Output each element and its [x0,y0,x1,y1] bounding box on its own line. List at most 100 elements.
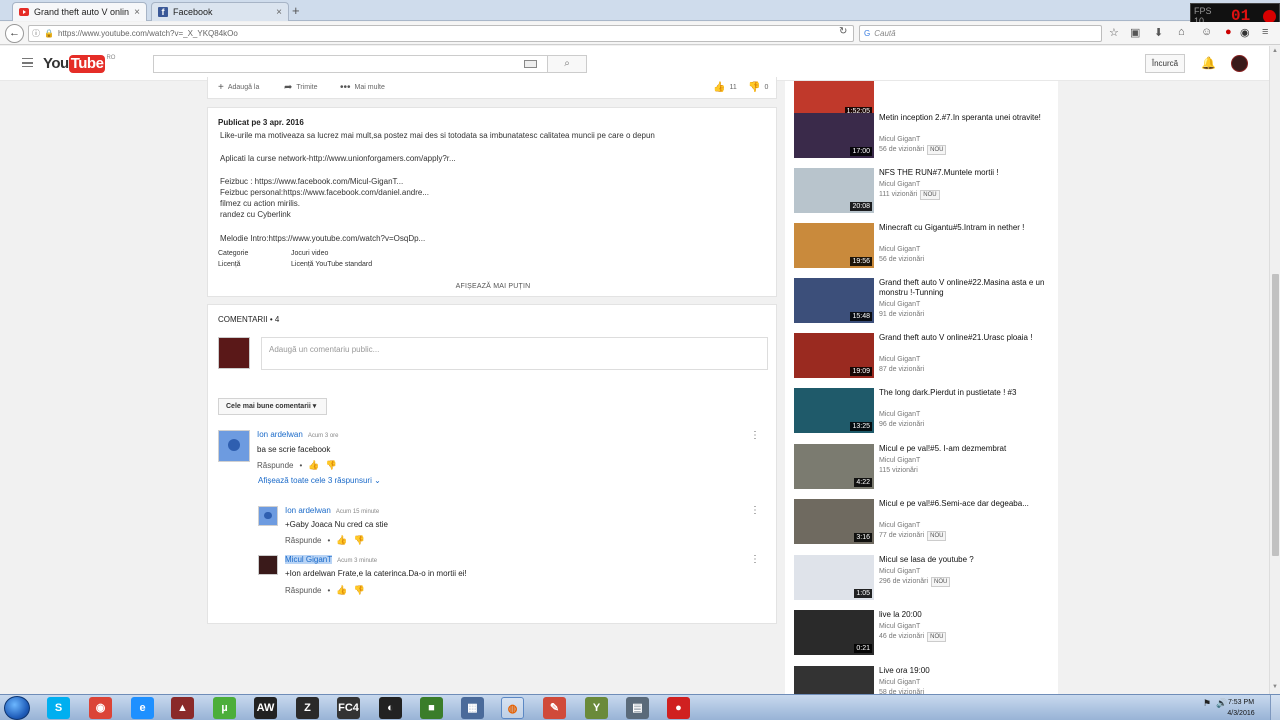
related-video-item[interactable]: 17:00 Metin inception 2.#7.In speranta un… [794,113,1049,161]
browser-search-input[interactable]: G Caută [859,25,1102,42]
skype-icon[interactable]: S [47,697,70,719]
comment-time[interactable]: Acum 3 ore [308,433,339,439]
new-tab-button[interactable]: + [292,3,300,18]
add-to-button[interactable]: + Adaugă la [218,82,259,93]
tab-youtube[interactable]: Grand theft auto V online#... × [12,2,147,21]
video-title[interactable]: Live ora 19:00 [879,666,1049,676]
video-title[interactable]: Minecraft cu Gigantu#5.Intram in nether … [879,223,1049,233]
back-button[interactable]: ← [5,24,24,43]
video-channel[interactable]: Micul GiganT [879,180,920,190]
minecraft-icon[interactable]: ■ [420,697,443,719]
paint-icon[interactable]: ✎ [543,697,566,719]
video-thumbnail[interactable]: 4:22 [794,444,874,489]
sort-comments-dropdown[interactable]: Cele mai bune comentarii ▾ [218,398,327,415]
hamburger-menu-icon[interactable] [22,58,33,67]
video-channel[interactable]: Micul GiganT [879,567,920,577]
video-channel[interactable]: Micul GiganT [879,245,920,255]
action-center-flag-icon[interactable]: ⚑ [1203,698,1211,709]
menu-icon[interactable]: ≡ [1262,26,1268,38]
reply-button[interactable]: Răspunde [285,586,321,595]
description-line[interactable]: Melodie Intro:https://www.youtube.com/wa… [220,234,425,243]
video-title[interactable]: Micul e pe val!#6.Semi-ace dar degeaba..… [879,499,1049,509]
comment-author[interactable]: Micul GiganT [285,555,333,564]
video-channel[interactable]: Micul GiganT [879,678,920,688]
video-title[interactable]: Micul e pe val!#5. I-am dezmembrat [879,444,1049,454]
comment-menu-icon[interactable]: ⋮ [750,555,760,565]
comment-menu-icon[interactable]: ⋮ [750,431,760,441]
comment-time[interactable]: Acum 15 minute [336,509,379,515]
fc4-game-icon[interactable]: FC4 [337,697,360,719]
notepad-icon[interactable]: ▤ [626,697,649,719]
related-video-item[interactable]: Live ora 19:00 Micul GiganT 58 de vizionăr… [794,666,1049,694]
notifications-bell-icon[interactable]: 🔔 [1201,56,1216,70]
video-thumbnail[interactable]: 19:09 [794,333,874,378]
page-scrollbar[interactable]: ▲ ▼ [1269,46,1280,694]
related-video-item[interactable]: 3:16 Micul e pe val!#6.Semi-ace dar degea… [794,499,1049,547]
thumbs-down-icon[interactable]: 👎 [354,585,365,596]
reply-button[interactable]: Răspunde [257,461,293,470]
share-button[interactable]: ➦ Trimite [284,82,318,93]
video-title[interactable]: live la 20:00 [879,610,1049,620]
bookmarks-list-icon[interactable]: ▣ [1130,26,1140,39]
add-comment-input[interactable]: Adaugă un comentariu public... [261,337,768,370]
related-video-item[interactable]: 19:56 Minecraft cu Gigantu#5.Intram in ne… [794,223,1049,271]
close-tab-icon[interactable]: × [134,7,140,18]
description-line[interactable]: Feizbuc personal:https://www.facebook.co… [220,188,429,197]
obs-icon[interactable]: ◐ [379,697,402,719]
commenter-avatar[interactable] [258,555,278,575]
game-launcher-icon[interactable]: ▲ [171,697,194,719]
firefox-icon[interactable]: ◍ [501,697,524,719]
description-line[interactable]: Aplicati la curse network-http://www.uni… [220,154,456,163]
taskbar-clock[interactable]: 7:53 PM 4/3/2016 [1221,697,1261,719]
commenter-avatar[interactable] [258,506,278,526]
related-video-item[interactable]: 13:25 The long dark.Pierdut in pustietate… [794,388,1049,436]
scroll-down-arrow-icon[interactable]: ▼ [1272,684,1278,690]
start-button[interactable] [4,696,30,720]
like-button[interactable]: 👍 11 [713,82,737,93]
related-video-item[interactable]: 1:05 Micul se lasa de youtube ? Micul Giga… [794,555,1049,603]
show-desktop-button[interactable] [1270,695,1280,720]
nfs-game-icon[interactable]: Z [296,697,319,719]
related-video-item[interactable]: 19:09 Grand theft auto V online#21.Urasc … [794,333,1049,381]
thumbs-up-icon[interactable]: 👍 [336,535,347,546]
chrome-icon[interactable]: ◉ [89,697,112,719]
video-channel[interactable]: Micul GiganT [879,456,920,466]
dislike-button[interactable]: 👎 0 [748,82,768,93]
youtube-search-input[interactable] [153,55,548,73]
thumbs-up-icon[interactable]: 👍 [308,460,319,471]
video-title[interactable]: Micul se lasa de youtube ? [879,555,1049,565]
related-video-item[interactable]: 15:48 Grand theft auto V online#22.Masina… [794,278,1049,326]
control-panel-icon[interactable]: ▦ [461,697,484,719]
more-button[interactable]: ••• Mai multe [340,82,385,93]
chat-icon[interactable]: ☺ [1201,26,1212,38]
adblock-icon[interactable]: ● [1225,26,1232,38]
internet-explorer-icon[interactable]: e [131,697,154,719]
video-thumbnail[interactable]: 20:08 [794,168,874,213]
thumbs-up-icon[interactable]: 👍 [336,585,347,596]
video-channel[interactable]: Micul GiganT [879,135,920,145]
signin-button[interactable]: Încurcă [1145,54,1185,73]
show-less-button[interactable]: AFIȘEAZĂ MAI PUȚIN [208,283,778,290]
video-channel[interactable]: Micul GiganT [879,300,920,310]
thumbs-down-icon[interactable]: 👎 [326,460,337,471]
video-thumbnail[interactable]: 19:56 [794,223,874,268]
bookmark-star-icon[interactable]: ☆ [1109,26,1119,39]
account-avatar[interactable] [1231,55,1248,72]
video-thumbnail[interactable]: 13:25 [794,388,874,433]
thumbs-down-icon[interactable]: 👎 [354,535,365,546]
video-title[interactable]: Metin inception 2.#7.In speranta unei ot… [879,113,1049,123]
video-title[interactable]: Grand theft auto V online#21.Urasc ploai… [879,333,1049,343]
youtube-logo[interactable]: You Tube RO [43,55,115,73]
video-thumbnail[interactable]: 1:05 [794,555,874,600]
aw-game-icon[interactable]: AW [254,697,277,719]
video-title[interactable]: Grand theft auto V online#22.Masina asta… [879,278,1049,298]
close-tab-icon[interactable]: × [276,7,282,18]
download-icon[interactable]: ⬇ [1154,26,1163,39]
video-thumbnail[interactable]: 17:00 [794,113,874,158]
video-title[interactable]: The long dark.Pierdut in pustietate ! #3 [879,388,1049,398]
comment-menu-icon[interactable]: ⋮ [750,506,760,516]
commenter-avatar[interactable] [218,430,250,462]
related-video-item[interactable]: 20:08 NFS THE RUN#7.Muntele mortii ! Micul… [794,168,1049,216]
video-channel[interactable]: Micul GiganT [879,521,920,531]
video-thumbnail[interactable]: 0:21 [794,610,874,655]
